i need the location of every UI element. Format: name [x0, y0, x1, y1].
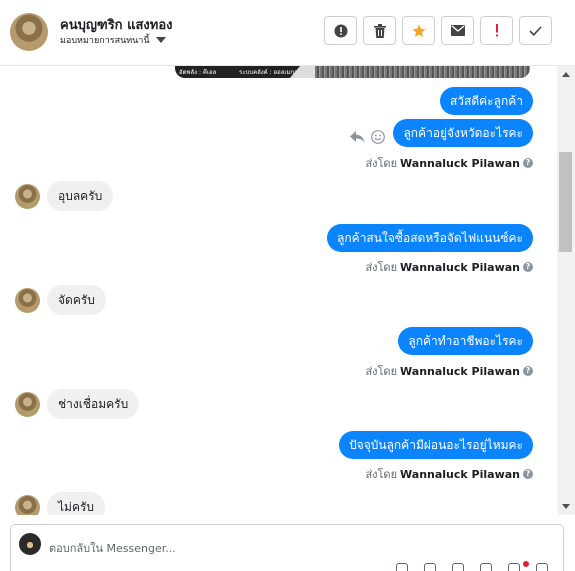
- contact-avatar-small[interactable]: [15, 391, 40, 417]
- assign-label: มอบหมายการสนทนานี้: [60, 36, 150, 46]
- incoming-message-row: ไม่ครับ: [15, 492, 106, 515]
- emoji-react-icon[interactable]: [371, 130, 385, 144]
- star-button[interactable]: [402, 16, 435, 45]
- assign-conversation-dropdown[interactable]: มอบหมายการสนทนานี้: [60, 33, 166, 47]
- incoming-message[interactable]: อุบลครับ: [47, 181, 114, 211]
- incoming-message[interactable]: ไม่ครับ: [47, 492, 106, 515]
- scroll-down-arrow-icon[interactable]: [562, 504, 570, 509]
- sent-by-label: ส่งโดย Wannaluck Pilawan ?: [365, 154, 533, 172]
- outgoing-message[interactable]: ลูกค้าสนใจซื้อสดหรือจัดไฟแนนซ์คะ: [327, 224, 533, 252]
- reply-icon[interactable]: [350, 131, 365, 143]
- mark-done-button[interactable]: [519, 16, 552, 45]
- scrollbar-thumb[interactable]: [559, 152, 572, 252]
- check-icon: [529, 25, 542, 36]
- caret-down-icon: [155, 37, 166, 43]
- mark-important-button[interactable]: [480, 16, 513, 45]
- trash-icon: [373, 23, 386, 38]
- incoming-message[interactable]: จัดครับ: [47, 285, 106, 315]
- outgoing-message[interactable]: ปัจจุบันลูกค้ามีผ่อนอะไรอยู่ไหมคะ: [339, 431, 533, 459]
- mark-spam-button[interactable]: [324, 16, 357, 45]
- page-avatar: [19, 533, 41, 555]
- alert-circle-icon: [334, 24, 347, 37]
- attachment-caption-left: อัดพลัง : คีเอล: [179, 69, 217, 76]
- contact-avatar[interactable]: [10, 13, 48, 51]
- sender-name[interactable]: Wannaluck Pilawan: [400, 261, 520, 274]
- notification-dot: [523, 561, 529, 567]
- sent-by-label: ส่งโดย Wannaluck Pilawan ?: [365, 362, 533, 380]
- exclamation-icon: [495, 24, 498, 37]
- outgoing-message[interactable]: ลูกค้าอยู่จังหวัดอะไรคะ: [393, 119, 533, 147]
- incoming-message[interactable]: ช่างเชื่อมครับ: [47, 389, 140, 419]
- help-icon[interactable]: ?: [523, 158, 533, 168]
- image-attachment[interactable]: อัดพลัง : คีเอล ระบบคลังค์ : ออลเมกา: [175, 66, 530, 78]
- help-icon[interactable]: ?: [523, 366, 533, 376]
- scroll-up-arrow-icon[interactable]: [562, 72, 570, 77]
- star-icon: [412, 24, 425, 37]
- tag-icon[interactable]: [424, 563, 436, 571]
- image-icon[interactable]: [452, 563, 464, 571]
- incoming-message-row: อุบลครับ: [15, 181, 114, 211]
- message-hover-actions: [350, 130, 385, 144]
- send-icon[interactable]: [536, 563, 548, 571]
- help-icon[interactable]: ?: [523, 262, 533, 272]
- sender-name[interactable]: Wannaluck Pilawan: [400, 157, 520, 170]
- reply-composer[interactable]: ตอบกลับใน Messenger...: [10, 524, 564, 571]
- delete-button[interactable]: [363, 16, 396, 45]
- sender-name[interactable]: Wannaluck Pilawan: [400, 468, 520, 481]
- contact-name[interactable]: คนบุญฑริก แสงทอง: [60, 14, 172, 35]
- help-icon[interactable]: ?: [523, 469, 533, 479]
- outgoing-message[interactable]: ลูกค้าทำอาชีพอะไรคะ: [398, 327, 533, 355]
- envelope-icon: [450, 25, 465, 36]
- sent-by-label: ส่งโดย Wannaluck Pilawan ?: [365, 465, 533, 483]
- emoji-icon[interactable]: [480, 563, 492, 571]
- thread-scrollbar[interactable]: [557, 66, 575, 515]
- reply-input[interactable]: ตอบกลับใน Messenger...: [49, 539, 176, 557]
- sender-name[interactable]: Wannaluck Pilawan: [400, 365, 520, 378]
- outgoing-message[interactable]: สวัสดีค่ะลูกค้า: [439, 87, 533, 115]
- conversation-actions: [324, 16, 552, 45]
- attachment-caption-right: ระบบคลังค์ : ออลเมกา: [239, 69, 298, 76]
- contact-avatar-small[interactable]: [15, 494, 40, 515]
- contact-avatar-small[interactable]: [15, 183, 40, 209]
- attachment-icon[interactable]: [396, 563, 408, 571]
- incoming-message-row: ช่างเชื่อมครับ: [15, 389, 140, 419]
- mark-unread-button[interactable]: [441, 16, 474, 45]
- like-icon[interactable]: [508, 563, 520, 571]
- message-thread[interactable]: อัดพลัง : คีเอล ระบบคลังค์ : ออลเมกา สวั…: [0, 66, 557, 515]
- sent-by-label: ส่งโดย Wannaluck Pilawan ?: [365, 258, 533, 276]
- incoming-message-row: จัดครับ: [15, 285, 106, 315]
- conversation-header: คนบุญฑริก แสงทอง มอบหมายการสนทนานี้: [0, 0, 575, 66]
- contact-avatar-small[interactable]: [15, 287, 40, 313]
